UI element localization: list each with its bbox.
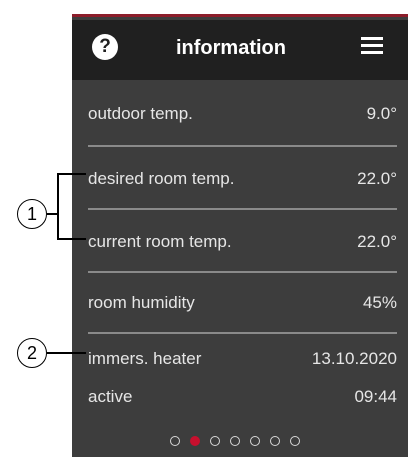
row-value-date: 13.10.2020 — [311, 349, 397, 368]
callout-bracket-bottom — [57, 238, 86, 240]
row-label: desired room temp. — [88, 169, 235, 188]
page-dot[interactable] — [230, 436, 240, 446]
page-dot[interactable] — [210, 436, 220, 446]
hamburger-menu-icon[interactable] — [361, 37, 383, 55]
row-label: current room temp. — [88, 232, 232, 251]
header-bar: ? information — [72, 20, 408, 80]
row-label: immers. heater — [88, 349, 202, 368]
callout-leader — [47, 352, 86, 354]
divider — [88, 271, 397, 273]
page-dot[interactable] — [250, 436, 260, 446]
row-label: room humidity — [88, 293, 195, 312]
page-indicator[interactable] — [170, 436, 310, 448]
page-title: information — [176, 37, 286, 59]
callout-bracket-top — [57, 173, 86, 175]
divider — [88, 332, 397, 334]
row-value: 22.0° — [357, 169, 397, 188]
divider — [88, 208, 397, 210]
page-dot[interactable] — [270, 436, 280, 446]
device-screen: ? information outdoor temp. 9.0° desired… — [72, 14, 408, 457]
page-dot[interactable] — [290, 436, 300, 446]
row-label: outdoor temp. — [88, 104, 193, 123]
row-value-time: 09:44 — [354, 387, 397, 406]
row-value: 9.0° — [366, 104, 397, 123]
row-label-status: active — [88, 387, 133, 406]
page-dot[interactable] — [170, 436, 180, 446]
divider — [88, 145, 397, 147]
row-value: 22.0° — [357, 232, 397, 251]
callout-bracket — [57, 173, 59, 240]
page-dot[interactable] — [190, 436, 200, 446]
question-icon[interactable]: ? — [92, 34, 118, 60]
callout-1: 1 — [17, 199, 47, 229]
row-value: 45% — [362, 293, 397, 312]
callout-2: 2 — [17, 338, 47, 368]
